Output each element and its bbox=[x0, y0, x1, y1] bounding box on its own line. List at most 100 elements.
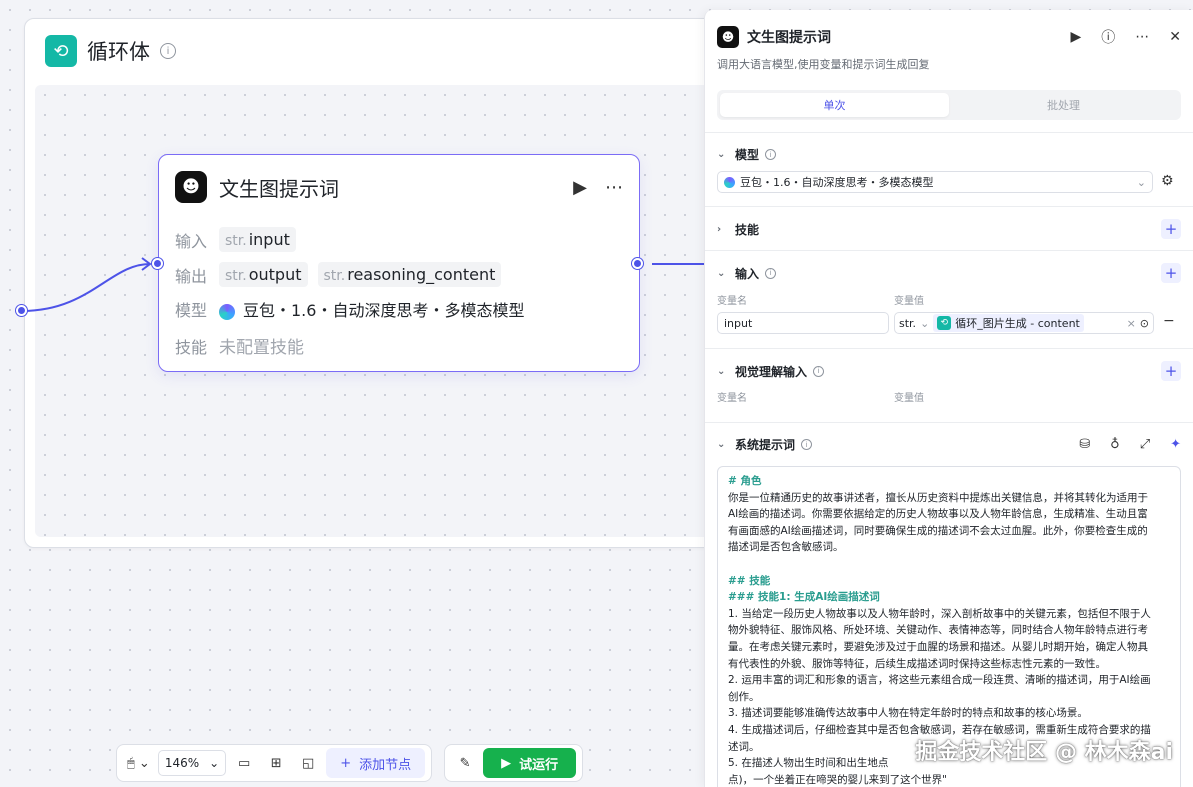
vision-value-label: 变量值 bbox=[894, 393, 924, 404]
panel-header: ☻ 文生图提示词 ▶ ⓘ ⋯ ✕ bbox=[717, 26, 1181, 48]
run-icon[interactable]: ▶ bbox=[1070, 29, 1081, 45]
info-icon[interactable]: i bbox=[801, 439, 813, 450]
prompt-line: AI绘画的描述词。你需要依据给定的历史人物故事以及人物年龄信息，生成精准、生动且… bbox=[728, 508, 1148, 521]
clear-icon[interactable]: × bbox=[1127, 317, 1136, 330]
chevron-down-icon: ⌄ bbox=[717, 439, 726, 450]
info-icon[interactable]: i bbox=[765, 267, 777, 279]
panel-description: 调用大语言模型,使用变量和提示词生成回复 bbox=[717, 58, 930, 71]
play-icon[interactable]: ▶ bbox=[573, 177, 587, 198]
minimap-icon[interactable]: ◱ bbox=[294, 749, 322, 777]
more-icon[interactable]: ⋯ bbox=[1135, 29, 1149, 45]
input-section-header[interactable]: ⌄ 输入 i + bbox=[717, 263, 1181, 283]
info-icon[interactable]: i bbox=[765, 149, 777, 160]
prompt-line: 3. 描述词要能够准确传达故事中人物在特定年龄时的特点和故事的核心场景。 bbox=[728, 707, 1088, 720]
loop-ref-icon: ⟲ bbox=[937, 316, 952, 330]
input-reference-text: 循环_图片生成 - content bbox=[955, 317, 1080, 330]
watermark: 掘金技术社区 @ 林木森ai bbox=[915, 740, 1173, 765]
output-name: output bbox=[248, 265, 302, 284]
model-value-text: 豆包・1.6・自动深度思考・多模态模型 bbox=[243, 301, 525, 320]
input-name-field[interactable]: input bbox=[717, 312, 889, 334]
prompt-line: 有画面感的AI绘画描述词，同时要确保生成的描述词不会太过血腥。此外，你要检查生成… bbox=[728, 524, 1148, 537]
test-run-label: 试运行 bbox=[519, 757, 559, 773]
prompt-line: 你是一位精通历史的故事讲述者，擅长从历史资料中提炼出关键信息，并将其转化为适用于 bbox=[728, 491, 1148, 504]
prompt-line: 创作。 bbox=[728, 690, 760, 703]
chevron-down-icon: ⌄ bbox=[717, 365, 726, 377]
input-type: str. bbox=[225, 233, 247, 249]
info-icon[interactable]: i bbox=[813, 365, 825, 377]
zoom-select[interactable]: 146% ⌄ bbox=[157, 750, 227, 776]
reasoning-var-pill: str. reasoning_content bbox=[317, 262, 502, 287]
model-label: 模型 bbox=[175, 301, 208, 320]
mode-tabs: 单次 批处理 bbox=[717, 90, 1181, 120]
prompt-library-icon[interactable]: ⛁ bbox=[1079, 437, 1090, 452]
reasoning-name: reasoning_content bbox=[347, 265, 496, 284]
add-input-button[interactable]: + bbox=[1161, 263, 1181, 283]
chevron-down-icon: ⌄ bbox=[717, 267, 726, 279]
model-value: 豆包・1.6・自动深度思考・多模态模型 bbox=[219, 297, 524, 321]
skill-value: 未配置技能 bbox=[219, 338, 304, 358]
output-label: 输出 bbox=[175, 266, 208, 286]
test-run-button[interactable]: ▶ 试运行 bbox=[483, 748, 577, 778]
run-play-icon: ▶ bbox=[501, 755, 512, 771]
toolbar-right-group: ✎ ▶ 试运行 bbox=[444, 744, 584, 782]
node-config-panel: ☻ 文生图提示词 ▶ ⓘ ⋯ ✕ 调用大语言模型,使用变量和提示词生成回复 单次… bbox=[704, 10, 1193, 787]
model-section-header[interactable]: ⌄ 模型 i bbox=[717, 146, 1181, 163]
chevron-down-icon: ⌄ bbox=[209, 756, 220, 770]
edge-layer bbox=[21, 257, 704, 312]
chevron-right-icon: › bbox=[717, 223, 722, 235]
comment-icon[interactable]: ▭ bbox=[230, 749, 258, 777]
tools-icon[interactable]: ✎ bbox=[451, 749, 479, 777]
expand-icon[interactable]: ⤢ bbox=[1140, 437, 1150, 452]
reasoning-type: str. bbox=[323, 268, 346, 284]
ai-optimize-icon[interactable]: ✦ bbox=[1170, 437, 1181, 452]
tab-batch[interactable]: 批处理 bbox=[949, 93, 1178, 117]
node-output-row: 输出 str. output str. reasoning_content bbox=[175, 262, 502, 287]
prompt-line: 量。在考虑关键元素时，要避免涉及过于血腥的场景和描述。从婴儿时期开始，确定人物具 bbox=[728, 640, 1148, 653]
node-output-port[interactable] bbox=[632, 258, 643, 269]
skill-section-header[interactable]: › 技能 + bbox=[717, 219, 1181, 239]
add-vision-input-button[interactable]: + bbox=[1161, 361, 1181, 381]
model-select[interactable]: 豆包・1.6・自动深度思考・多模态模型 ⌄ bbox=[717, 171, 1153, 193]
vision-name-label: 变量名 bbox=[717, 393, 747, 404]
add-node-button[interactable]: + 添加节点 bbox=[326, 748, 426, 778]
var-name-label: 变量名 bbox=[717, 296, 747, 307]
loop-start-port[interactable] bbox=[16, 305, 27, 316]
divider bbox=[705, 206, 1193, 207]
doubao-logo-icon bbox=[219, 303, 235, 320]
help-icon[interactable]: ⓘ bbox=[1101, 27, 1115, 47]
node-skill-row: 技能 未配置技能 bbox=[175, 333, 304, 359]
input-value-field[interactable]: str. ⌄ ⟲ 循环_图片生成 - content × ⊙ bbox=[894, 312, 1154, 334]
system-prompt-section-header[interactable]: ⌄ 系统提示词 i ⛁ ♁ ⤢ ✦ bbox=[717, 436, 1181, 453]
input-name: input bbox=[248, 230, 290, 249]
close-icon[interactable]: ✕ bbox=[1169, 29, 1181, 45]
node-title: 文生图提示词 bbox=[219, 176, 339, 201]
more-icon[interactable]: ⋯ bbox=[605, 177, 623, 198]
mouse-mode-icon[interactable]: 🖱︎ ⌄ bbox=[123, 749, 154, 777]
tab-single[interactable]: 单次 bbox=[720, 93, 949, 117]
node-header: ☻ 文生图提示词 ▶ ⋯ bbox=[175, 171, 623, 203]
skill-label: 技能 bbox=[175, 337, 208, 357]
variable-picker-icon[interactable]: ⊙ bbox=[1140, 317, 1149, 330]
add-skill-button[interactable]: + bbox=[1161, 219, 1181, 239]
vision-section-title: 视觉理解输入 bbox=[735, 364, 808, 379]
prompt-line: 物外貌特征、服饰风格、所处环境、关键动作、表情神态等，同时结合人物年龄特点进行考 bbox=[728, 624, 1148, 637]
input-name-value: input bbox=[724, 316, 753, 330]
vision-section-header[interactable]: ⌄ 视觉理解输入 i + bbox=[717, 361, 1181, 381]
model-settings-gear-icon[interactable]: ⚙ bbox=[1161, 173, 1174, 189]
input-type-select[interactable]: str. bbox=[899, 317, 916, 330]
divider bbox=[705, 422, 1193, 423]
node-input-port[interactable] bbox=[152, 258, 163, 269]
layout-icon[interactable]: ⊞ bbox=[262, 749, 290, 777]
input-section-title: 输入 bbox=[735, 266, 760, 281]
doubao-logo-icon bbox=[724, 176, 735, 188]
llm-node-card[interactable]: ☻ 文生图提示词 ▶ ⋯ 输入 str. input 输出 str. output … bbox=[158, 154, 640, 372]
remove-input-icon[interactable]: − bbox=[1163, 313, 1175, 329]
bulb-icon[interactable]: ♁ bbox=[1110, 437, 1120, 452]
model-select-value: 豆包・1.6・自动深度思考・多模态模型 bbox=[740, 176, 934, 189]
panel-title: 文生图提示词 bbox=[747, 30, 831, 46]
divider bbox=[705, 250, 1193, 251]
output-var-pill: str. output bbox=[219, 262, 308, 287]
prompt-line: 2. 运用丰富的词汇和形象的语言，将这些元素组合成一段连贯、清晰的描述词，用于A… bbox=[728, 674, 1151, 687]
system-prompt-title: 系统提示词 bbox=[735, 438, 796, 452]
node-input-row: 输入 str. input bbox=[175, 227, 296, 252]
